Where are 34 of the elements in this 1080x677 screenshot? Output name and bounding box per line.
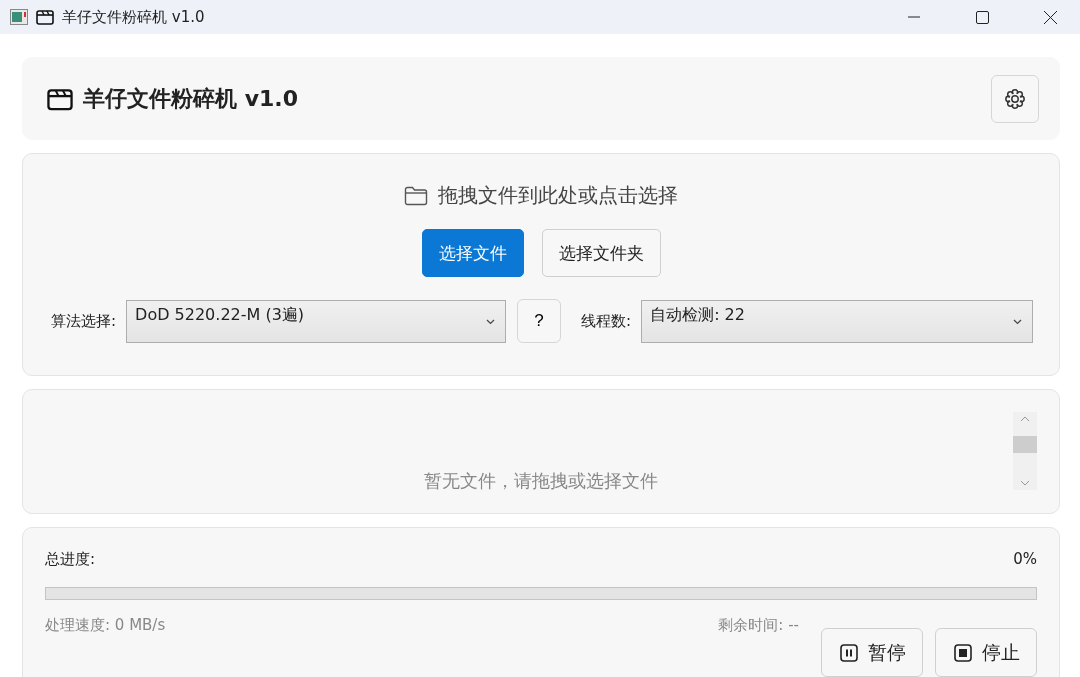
threads-dropdown[interactable]: 自动检测: 22 [641, 299, 1033, 343]
speed-text: 处理速度: 0 MB/s [45, 616, 166, 635]
select-folder-button[interactable]: 选择文件夹 [541, 229, 661, 277]
stop-button[interactable]: 停止 [935, 628, 1037, 677]
progress-label: 总进度: [45, 550, 96, 569]
settings-button[interactable] [991, 74, 1039, 123]
stop-icon [954, 643, 972, 662]
drop-zone[interactable]: 拖拽文件到此处或点击选择 选择文件 选择文件夹 算法选择: DoD 5220.22-M (3遍) ? 线程数: 自动检测: 22 [22, 153, 1060, 376]
maximize-icon [975, 10, 989, 24]
threads-label: 线程数: [581, 311, 632, 331]
scrollbar[interactable] [1013, 412, 1037, 490]
pause-icon [840, 643, 858, 662]
algorithm-label: 算法选择: [51, 311, 117, 331]
help-button[interactable]: ? [517, 299, 562, 343]
window-title: 羊仔文件粉碎机 v1.0 [62, 7, 205, 27]
algorithm-dropdown[interactable]: DoD 5220.22-M (3遍) [126, 299, 507, 343]
chevron-up-icon [1020, 416, 1030, 422]
remaining-time: 剩余时间: -- [718, 616, 799, 635]
app-title: 羊仔文件粉碎机 v1.0 [83, 84, 298, 113]
select-file-button[interactable]: 选择文件 [421, 229, 524, 277]
folder-icon [404, 185, 428, 206]
clapperboard-icon [36, 9, 54, 25]
progress-percent: 0% [1013, 550, 1037, 569]
chevron-down-icon [1013, 318, 1022, 325]
close-icon [1043, 10, 1057, 24]
scrollbar-thumb[interactable] [1013, 436, 1037, 453]
settings-icon [1004, 87, 1026, 110]
app-icon [10, 9, 28, 25]
pause-button[interactable]: 暂停 [821, 628, 923, 677]
chevron-down-icon [1020, 480, 1030, 486]
clapperboard-icon [47, 86, 73, 111]
drop-hint: 拖拽文件到此处或点击选择 [438, 182, 678, 209]
empty-message: 暂无文件，请拖拽或选择文件 [424, 469, 658, 493]
chevron-down-icon [486, 318, 496, 325]
